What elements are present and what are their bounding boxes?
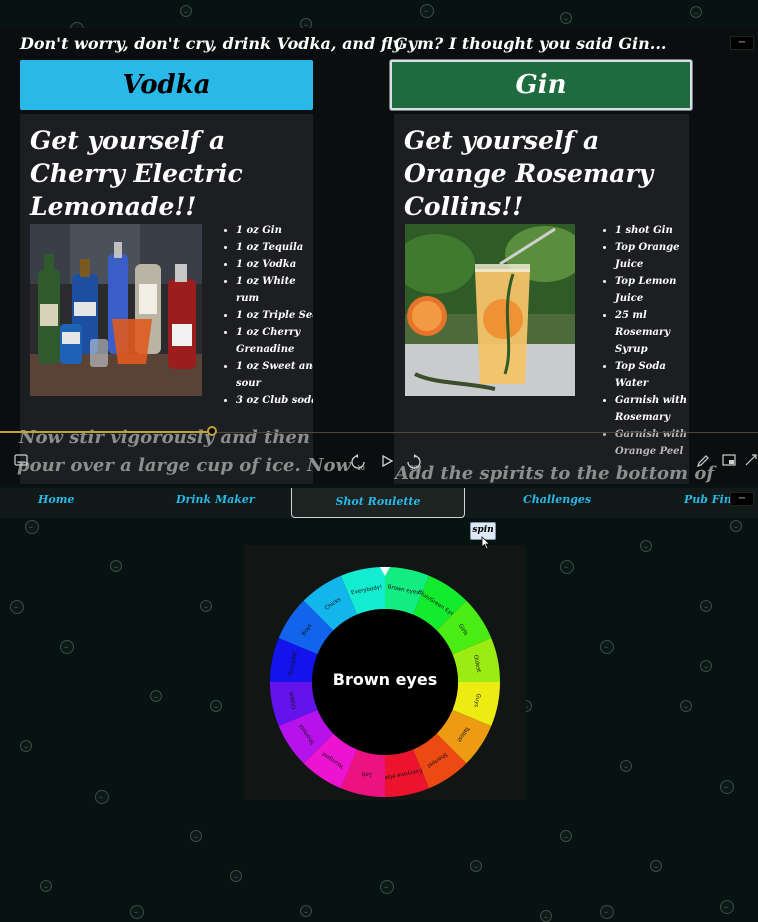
vodka-button[interactable]: Vodka (20, 60, 313, 110)
bubble-icon (420, 4, 434, 18)
vodka-step-text-line2: pour over a large cup of ice. Now (17, 455, 351, 476)
nav-item-home[interactable]: Home (38, 488, 74, 516)
bubble-icon (20, 740, 32, 752)
bubble-icon (150, 690, 162, 702)
nav-item-challenges[interactable]: Challenges (523, 488, 591, 516)
bubble-icon (190, 830, 202, 842)
list-item: Top Orange Juice (615, 239, 689, 273)
bubble-icon (95, 790, 109, 804)
bubble-icon (200, 600, 212, 612)
bubble-icon (560, 12, 572, 24)
bubble-icon (700, 660, 712, 672)
list-item: 1 oz Tequila (236, 239, 313, 256)
gin-tagline: Gym? I thought you said Gin... (394, 34, 667, 53)
bubble-icon (540, 910, 552, 922)
captions-icon[interactable] (12, 454, 30, 472)
gin-recipe-title: Get yourself a Orange Rosemary Collins!! (404, 126, 654, 221)
list-item: 1 oz Vodka (236, 256, 313, 273)
mouse-cursor-icon (481, 535, 491, 550)
recipe-video-player[interactable]: − Don't worry, don't cry, drink Vodka, a… (0, 28, 758, 484)
gin-ingredient-list: 1 shot Gin Top Orange Juice Top Lemon Ju… (597, 222, 689, 460)
vodka-step-text-line1: Now stir vigorously and then (19, 427, 310, 448)
video-minimize-button[interactable]: − (730, 36, 754, 50)
list-item: 1 oz Gin (236, 222, 313, 239)
vodka-recipe-title: Get yourself a Cherry Electric Lemonade!… (30, 126, 243, 221)
gin-step-text: Add the spirits to the bottom of (395, 463, 715, 484)
bubble-icon (730, 520, 742, 532)
video-scrub-handle[interactable] (207, 426, 217, 436)
gin-recipe-card: Get yourself a Orange Rosemary Collins!!… (394, 114, 689, 484)
forward-30-icon[interactable]: 30 (405, 454, 423, 472)
bubble-icon (380, 880, 394, 894)
bubble-icon (180, 5, 192, 17)
cherry-electric-lemonade-photo (30, 224, 202, 396)
list-item: Top Soda Water (615, 358, 689, 392)
rewind-label: 10 (357, 465, 365, 472)
vodka-ingredient-list: 1 oz Gin 1 oz Tequila 1 oz Vodka 1 oz Wh… (218, 222, 313, 409)
bubble-icon (640, 540, 652, 552)
bubble-icon (25, 520, 39, 534)
bubble-icon (680, 700, 692, 712)
video-progress-fill (0, 431, 213, 433)
play-icon[interactable] (378, 454, 396, 472)
list-item: 25 ml Rosemary Syrup (615, 307, 689, 358)
gin-button[interactable]: Gin (390, 60, 692, 110)
bubble-icon (620, 760, 632, 772)
rewind-10-icon[interactable]: 10 (349, 454, 367, 472)
orange-rosemary-collins-photo (405, 224, 575, 396)
list-item: 3 oz Club soda (236, 392, 313, 409)
picture-in-picture-icon[interactable] (720, 454, 738, 472)
main-navigation: Home Drink Maker Shot Roulette Challenge… (0, 488, 758, 518)
nav-item-shot-roulette[interactable]: Shot Roulette (291, 488, 465, 518)
bubble-icon (700, 600, 712, 612)
bubble-icon (470, 860, 482, 872)
fullscreen-icon[interactable] (744, 454, 758, 472)
bubble-icon (560, 560, 574, 574)
bubble-icon (230, 870, 242, 882)
bubble-icon (210, 700, 222, 712)
vodka-tagline: Don't worry, don't cry, drink Vodka, and… (20, 34, 402, 53)
bubble-icon (690, 6, 702, 18)
list-item: 1 oz Cherry Grenadine (236, 324, 313, 358)
nav-minimize-button[interactable]: − (730, 492, 754, 506)
list-item: 1 oz White rum (236, 273, 313, 307)
bubble-icon (130, 905, 144, 919)
bubble-icon (720, 900, 734, 914)
bubble-icon (720, 780, 734, 794)
list-item: 1 shot Gin (615, 222, 689, 239)
pencil-icon[interactable] (694, 454, 712, 472)
bubble-icon (10, 600, 24, 614)
bubble-icon (650, 860, 662, 872)
list-item: Garnish with Rosemary (615, 392, 689, 426)
bubble-icon (560, 830, 572, 842)
forward-label: 30 (410, 465, 418, 472)
list-item: Top Lemon Juice (615, 273, 689, 307)
bubble-icon (60, 640, 74, 654)
bubble-icon (110, 560, 122, 572)
bubble-icon (40, 880, 52, 892)
list-item: 1 oz Sweet and sour (236, 358, 313, 392)
bubble-icon (600, 640, 614, 654)
nav-item-drink-maker[interactable]: Drink Maker (176, 488, 255, 516)
list-item: 1 oz Triple Sec (236, 307, 313, 324)
bubble-icon (600, 905, 614, 919)
bubble-icon (300, 905, 312, 917)
wheel-result-label: Brown eyes (332, 670, 438, 689)
